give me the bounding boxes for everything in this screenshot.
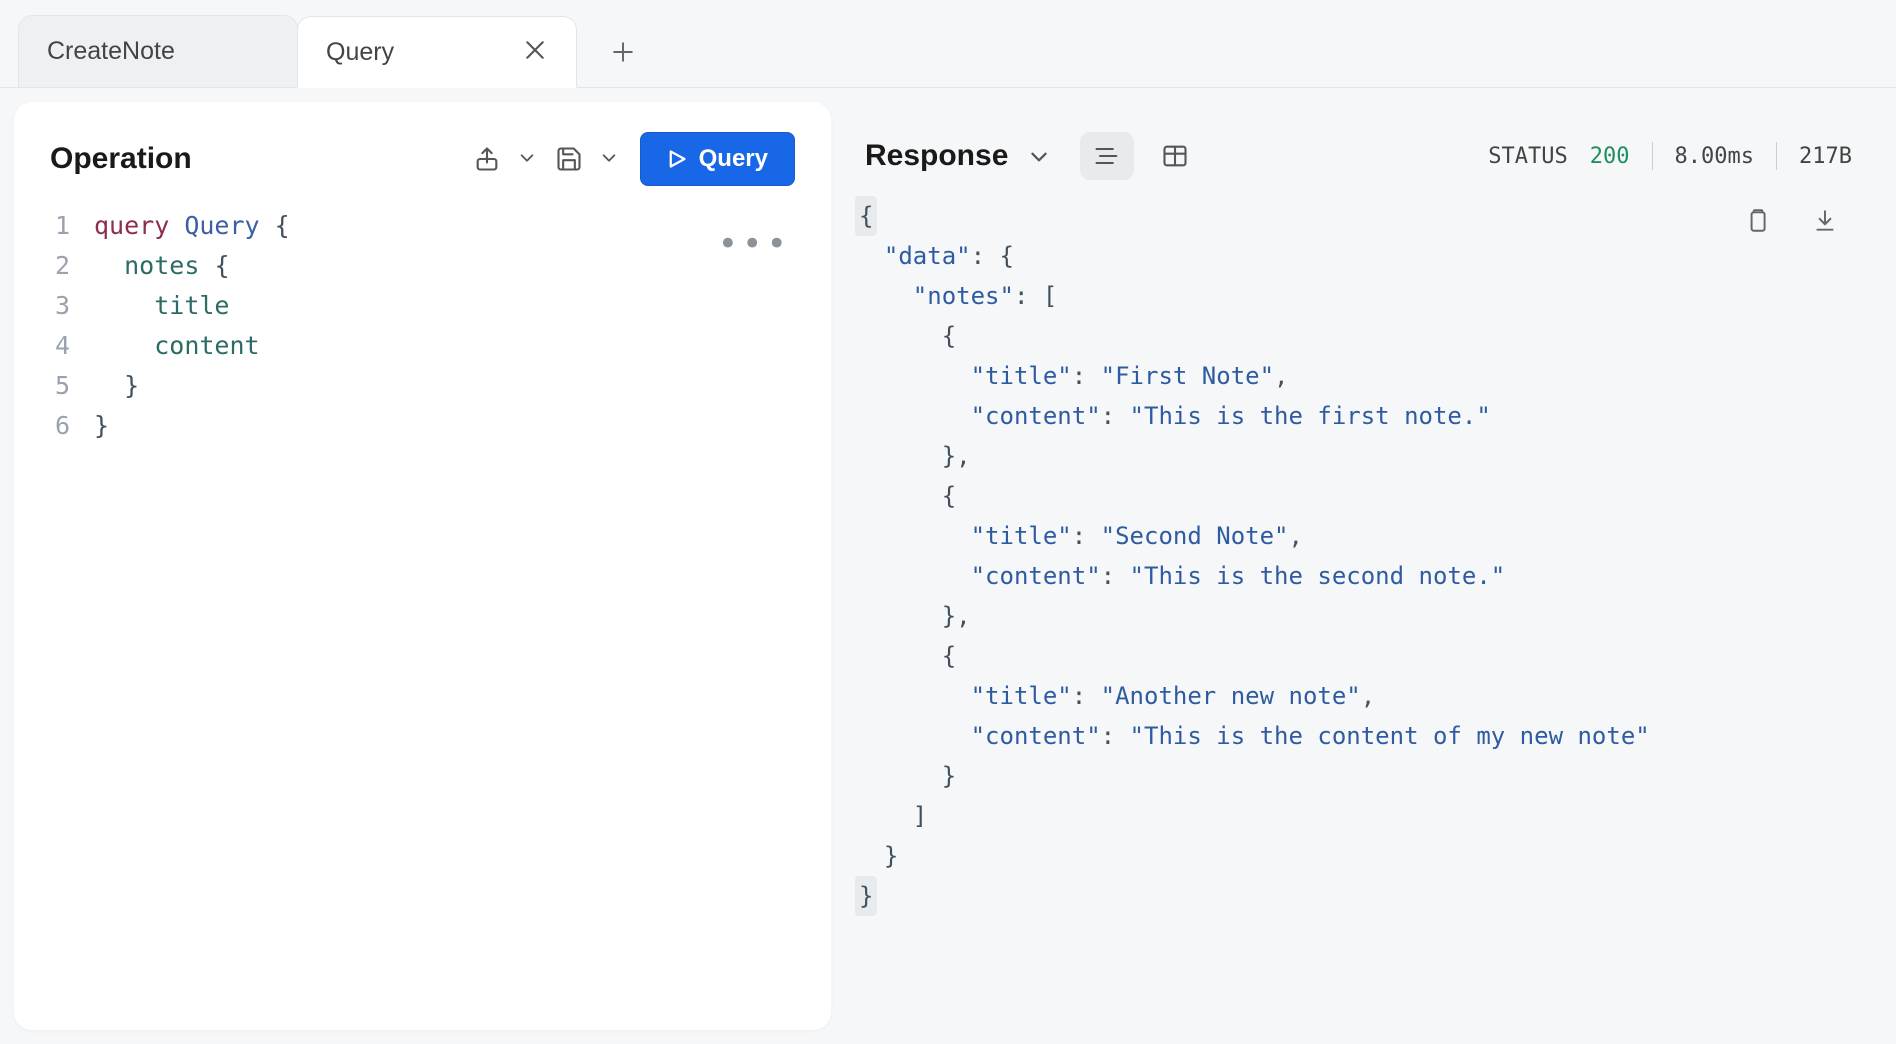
response-time: 8.00ms	[1675, 144, 1754, 169]
json-view-button[interactable]	[1080, 132, 1134, 180]
save-icon[interactable]	[552, 142, 586, 176]
operation-panel: Operation	[0, 88, 845, 1044]
tab-label: Query	[326, 38, 394, 67]
main-split: Operation	[0, 88, 1896, 1044]
more-dots-icon[interactable]: •••	[718, 224, 791, 264]
status-block: STATUS 200 8.00ms 217B	[1488, 142, 1852, 170]
tab-query[interactable]: Query	[297, 16, 577, 88]
run-query-button[interactable]: Query	[640, 132, 795, 186]
response-header: Response STATUS 200 8.00ms	[845, 102, 1896, 190]
response-panel: Response STATUS 200 8.00ms	[845, 88, 1896, 1044]
tab-label: CreateNote	[47, 37, 175, 66]
response-title: Response	[865, 139, 1008, 173]
table-view-button[interactable]	[1148, 132, 1202, 180]
status-code: 200	[1590, 144, 1630, 169]
tab-createnote[interactable]: CreateNote	[18, 15, 298, 87]
response-body[interactable]: { "data": { "notes": [ { "title": "First…	[845, 190, 1896, 916]
status-label: STATUS	[1488, 144, 1567, 169]
run-button-label: Query	[699, 145, 768, 173]
download-icon[interactable]	[1808, 204, 1842, 238]
clipboard-icon[interactable]	[1740, 204, 1774, 238]
close-icon[interactable]	[522, 36, 548, 68]
new-tab-button[interactable]	[598, 27, 648, 77]
chevron-down-icon[interactable]	[1028, 146, 1048, 166]
operation-header: Operation	[14, 102, 831, 196]
query-editor[interactable]: 123456 query Query { notes { title conte…	[14, 196, 831, 1030]
operation-title: Operation	[50, 142, 456, 176]
tab-bar: CreateNote Query	[0, 0, 1896, 88]
response-size: 217B	[1799, 144, 1852, 169]
chevron-down-icon[interactable]	[518, 149, 538, 169]
share-icon[interactable]	[470, 142, 504, 176]
chevron-down-icon[interactable]	[600, 149, 620, 169]
